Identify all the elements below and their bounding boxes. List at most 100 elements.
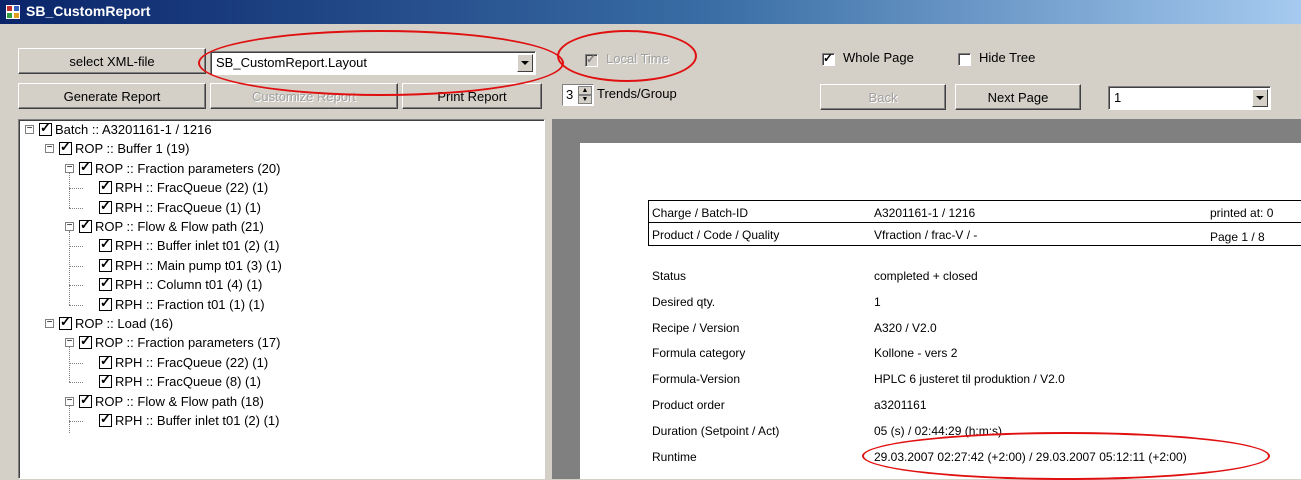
page-select[interactable]: 1 [1108, 86, 1271, 110]
report-value: 29.03.2007 02:27:42 (+2:00) / 29.03.2007… [874, 449, 1187, 464]
tree-checkbox[interactable] [59, 314, 72, 330]
report-label: Formula-Version [652, 372, 741, 387]
tree-checkbox[interactable] [79, 333, 92, 350]
collapse-icon[interactable]: − [45, 143, 54, 154]
tree-node-label: ROP :: Fraction parameters (20) [95, 160, 281, 176]
tree-node-label: RPH :: Column t01 (4) (1) [115, 277, 263, 293]
report-value: 1 [874, 294, 881, 309]
customize-report-button[interactable]: Customize Report [210, 83, 398, 109]
tree-node-label: ROP :: Flow & Flow path (18) [95, 393, 264, 409]
report-label: Runtime [652, 449, 697, 464]
report-value: HPLC 6 justeret til produktion / V2.0 [874, 372, 1065, 387]
tree-node[interactable]: − ROP :: Fraction parameters (20) [19, 159, 539, 179]
report-tree[interactable]: −Batch :: A3201161-1 / 1216−ROP :: Buffe… [18, 119, 545, 479]
report-label: Product / Code / Quality [652, 228, 780, 242]
tree-node[interactable]: RPH :: FracQueue (22) (1) [19, 353, 539, 373]
stepper-up-icon[interactable]: ▲ [578, 86, 592, 95]
tree-checkbox[interactable] [79, 217, 92, 233]
tree-checkbox[interactable] [79, 159, 92, 175]
collapse-icon[interactable]: − [45, 318, 54, 328]
collapse-icon[interactable]: − [25, 124, 34, 134]
collapse-icon[interactable]: − [65, 221, 74, 231]
trends-stepper[interactable]: 3 ▲ ▼ [562, 84, 594, 106]
print-report-button[interactable]: Print Report [402, 83, 542, 109]
tree-node[interactable]: − ROP :: Fraction parameters (17) [19, 333, 539, 353]
tree-node-label: RPH :: FracQueue (1) (1) [115, 199, 261, 215]
tree-node-label: ROP :: Buffer 1 (19) [75, 141, 190, 157]
tree-connector [69, 405, 70, 433]
report-label: Formula category [652, 346, 746, 361]
next-page-button[interactable]: Next Page [955, 84, 1081, 110]
back-label: Back [868, 89, 898, 105]
local-time-checkbox[interactable] [585, 52, 598, 67]
back-button[interactable]: Back [820, 84, 946, 110]
trends-value: 3 [566, 87, 574, 102]
tree-node-label: Batch :: A3201161-1 / 1216 [55, 122, 212, 137]
layout-select[interactable]: SB_CustomReport.Layout [210, 51, 536, 75]
tree-checkbox[interactable] [99, 198, 112, 214]
tree-checkbox[interactable] [99, 275, 112, 292]
chevron-down-icon[interactable] [517, 54, 533, 72]
tree-node[interactable]: RPH :: FracQueue (22) (1) [19, 178, 539, 198]
report-page: Charge / Batch-ID A3201161-1 / 1216 printe… [580, 143, 1301, 479]
tree-checkbox[interactable] [99, 372, 112, 389]
tree-node[interactable]: − ROP :: Buffer 1 (19) [19, 139, 539, 159]
report-value: a3201161 [874, 398, 927, 412]
tree-checkbox[interactable] [79, 392, 92, 408]
generate-report-button[interactable]: Generate Report [18, 83, 206, 109]
tree-connector [69, 246, 83, 248]
tree-connector [69, 382, 83, 384]
collapse-icon[interactable]: − [65, 337, 74, 348]
tree-connector [69, 231, 70, 305]
tree-node[interactable]: RPH :: Main pump t01 (3) (1) [19, 256, 539, 276]
tree-connector [69, 421, 83, 422]
tree-node-label: RPH :: Buffer inlet t01 (2) (1) [115, 413, 280, 428]
tree-node-label: RPH :: FracQueue (22) (1) [115, 354, 269, 370]
tree-node[interactable]: RPH :: FracQueue (1) (1) [19, 198, 539, 218]
report-label: Desired qty. [652, 294, 716, 309]
collapse-icon[interactable]: − [65, 162, 74, 173]
hide-tree-label: Hide Tree [979, 50, 1036, 65]
tree-node[interactable]: RPH :: Buffer inlet t01 (2) (1) [19, 411, 539, 431]
tree-node[interactable]: − ROP :: Flow & Flow path (18) [19, 392, 539, 412]
whole-page-checkbox[interactable] [822, 51, 835, 66]
tree-connector [69, 304, 83, 306]
stepper-down-icon[interactable]: ▼ [578, 95, 592, 104]
tree-connector [69, 362, 83, 364]
tree-node[interactable]: − ROP :: Load (16) [19, 314, 539, 334]
whole-page-label: Whole Page [843, 50, 914, 65]
report-label: Product order [652, 398, 725, 412]
chevron-down-icon[interactable] [1252, 89, 1268, 107]
tree-checkbox[interactable] [99, 178, 112, 195]
report-meta: Page 1 / 8 [1210, 230, 1265, 244]
customize-report-label: Customize Report [251, 88, 357, 104]
tree-checkbox[interactable] [99, 236, 112, 253]
tree-node-label: RPH :: Buffer inlet t01 (2) (1) [115, 238, 280, 254]
tree-node[interactable]: − ROP :: Flow & Flow path (21) [19, 217, 539, 237]
tree-connector [69, 172, 70, 208]
tree-checkbox[interactable] [99, 353, 112, 369]
next-page-label: Next Page [987, 89, 1049, 105]
tree-checkbox[interactable] [39, 120, 52, 136]
tree-node[interactable]: RPH :: Column t01 (4) (1) [19, 275, 539, 295]
tree-node-label: RPH :: FracQueue (22) (1) [115, 180, 269, 196]
tree-node-label: RPH :: FracQueue (8) (1) [115, 374, 261, 390]
tree-checkbox[interactable] [99, 295, 112, 311]
report-divider [648, 222, 1301, 223]
tree-node[interactable]: RPH :: Fraction t01 (1) (1) [19, 295, 539, 315]
tree-checkbox[interactable] [99, 256, 112, 272]
title-bar: SB_CustomReport [0, 0, 1301, 24]
report-value: A320 / V2.0 [874, 320, 937, 335]
tree-node[interactable]: RPH :: FracQueue (8) (1) [19, 372, 539, 392]
tree-node[interactable]: − Batch :: A3201161-1 / 1216 [19, 120, 539, 140]
tree-node[interactable]: RPH :: Buffer inlet t01 (2) (1) [19, 236, 539, 256]
report-value: 05 (s) / 02:44:29 (h:m:s) [874, 423, 1003, 438]
tree-checkbox[interactable] [99, 411, 112, 427]
hide-tree-checkbox[interactable] [958, 53, 971, 66]
select-xml-button[interactable]: select XML-file [18, 48, 206, 74]
layout-value: SB_CustomReport.Layout [216, 55, 368, 70]
report-meta: printed at: 0 [1210, 206, 1274, 220]
report-value: completed + closed [874, 269, 978, 283]
tree-checkbox[interactable] [59, 139, 72, 156]
collapse-icon[interactable]: − [65, 395, 74, 406]
